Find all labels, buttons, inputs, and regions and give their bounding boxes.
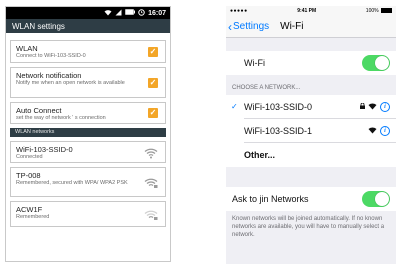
status-time: 9:41 PM [297,8,317,14]
network-item[interactable]: WiFi-103-SSID-0 Connected [10,141,166,163]
choose-network-header: CHOOSE A NETWORK... [232,85,301,91]
wlan-checkbox[interactable]: ✓ [148,46,158,57]
wifi-icon [368,102,377,112]
network-item[interactable]: TP-008 Remembered, secured with WPA/ WPA… [10,167,166,197]
network-notification-item[interactable]: Network notification Notify me when an o… [10,67,166,98]
toggle-knob [375,192,389,206]
toggle-knob [375,56,389,70]
network-name: WiFi-103-SSID-0 [244,102,313,112]
network-name: TP-008 [16,171,41,180]
android-wlan-settings-screen: 16:07 WLAN settings WLAN Connect to WiFi… [5,6,171,262]
ask-to-join-cell: Ask to jin Networks [226,187,396,211]
item-title: WLAN [16,44,38,53]
info-icon[interactable]: i [380,126,390,136]
page-title: Wi-Fi [280,21,304,32]
wifi-toggle-cell: Wi-Fi [226,51,396,75]
checkmark-icon: ✓ [231,102,238,111]
item-subtitle: Connect to WiFi-103-SSID-0 [16,53,86,59]
ask-to-join-toggle[interactable] [362,191,390,207]
ask-to-join-label: Ask to jin Networks [232,194,309,204]
network-status: Remembered, secured with WPA/ WPA2 PSK [16,180,128,186]
page-title: WLAN settings [6,19,170,33]
item-title: Auto Connect [16,106,62,115]
wifi-icon [368,126,377,136]
item-title: Network notification [16,71,82,80]
network-item[interactable]: ACW1F Remembered [10,201,166,227]
alarm-icon [138,8,145,18]
wifi-weak-icon [144,208,158,220]
back-label: Settings [233,21,270,32]
info-icon[interactable]: i [380,102,390,112]
signal-icon: ●●●●● [230,8,248,14]
other-label: Other... [244,150,276,160]
ask-to-join-footer: Known networks will be joined automatica… [232,216,385,238]
battery-icon [125,9,136,17]
network-cell[interactable]: WiFi-103-SSID-1 i [226,119,396,143]
item-subtitle: set the way of network ' s connection [16,115,106,121]
network-icons: i [360,102,390,112]
network-icons: i [368,126,390,136]
network-status: Remembered [16,214,50,220]
network-cell[interactable]: ✓ WiFi-103-SSID-0 i [226,95,396,119]
other-network-cell[interactable]: Other... [226,143,396,167]
wifi-icon [144,146,158,159]
wlan-toggle-item[interactable]: WLAN Connect to WiFi-103-SSID-0 ✓ [10,40,166,63]
network-notification-checkbox[interactable]: ✓ [148,77,158,88]
wifi-secured-icon [144,176,158,188]
battery-indicator: 100% [366,8,392,14]
lock-icon [360,102,365,111]
chevron-left-icon: ‹ [228,19,232,34]
wifi-toggle[interactable] [362,55,390,71]
wlan-networks-section-header: WLAN networks [10,128,166,137]
ios-status-bar: ●●●●● 9:41 PM 100% [226,6,396,16]
auto-connect-checkbox[interactable]: ✓ [148,108,158,118]
status-time: 16:07 [148,9,166,17]
battery-icon [380,8,392,14]
signal-icon [115,9,122,18]
network-name: WiFi-103-SSID-0 [16,145,73,154]
network-status: Connected [16,154,43,160]
ios-wifi-settings-screen: ●●●●● 9:41 PM 100% ‹ Settings Wi-Fi Wi-F… [226,6,396,264]
back-button[interactable]: ‹ Settings [228,21,269,33]
auto-connect-item[interactable]: Auto Connect set the way of network ' s … [10,102,166,124]
item-subtitle: Notify me when an open network is availa… [16,80,125,86]
network-name: ACW1F [16,205,43,214]
battery-percent: 100% [365,8,379,14]
wifi-icon [104,9,112,18]
android-status-bar: 16:07 [6,7,170,19]
navigation-bar: ‹ Settings Wi-Fi [226,16,396,38]
network-name: WiFi-103-SSID-1 [244,126,313,136]
wifi-label: Wi-Fi [244,58,265,68]
